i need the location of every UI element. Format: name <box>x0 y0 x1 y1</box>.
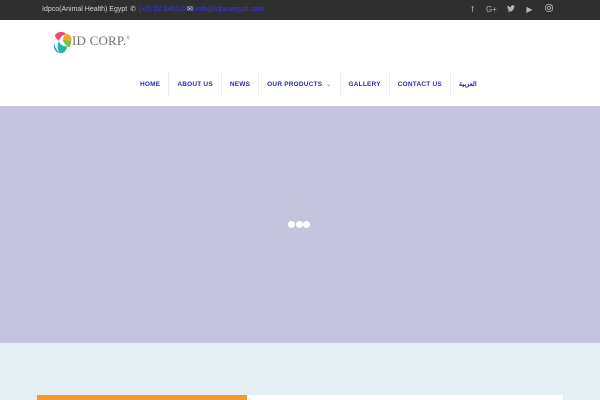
registered-mark: ® <box>126 36 131 42</box>
youtube-icon[interactable]: ▶ <box>520 4 539 15</box>
top-bar: Idpco(Animal Health) Egypt ✆ (+2) 02 245… <box>0 0 600 20</box>
mail-icon: ✉ <box>187 6 193 13</box>
content-section <box>0 343 600 400</box>
nav-label: NEWS <box>229 80 251 88</box>
instagram-icon[interactable] <box>539 4 558 15</box>
phone-icon: ✆ <box>130 6 136 13</box>
twitter-icon[interactable] <box>501 4 520 15</box>
nav-label: OUR PRODUCTS <box>267 80 323 88</box>
nav-item-our-products[interactable]: OUR PRODUCTS ⌄ <box>259 72 341 96</box>
nav-label: HOME <box>140 80 161 88</box>
logo-wordmark: ID CORP. <box>72 33 127 48</box>
nav-label: ABOUT US <box>177 80 213 88</box>
nav-label: CONTACT US <box>397 80 442 88</box>
google-plus-icon[interactable]: G+ <box>482 4 501 15</box>
loader-dot <box>288 221 295 228</box>
nav-item-news[interactable]: NEWS <box>222 72 260 96</box>
loader-dot <box>303 221 310 228</box>
nav-item-arabic[interactable]: العربية <box>451 72 485 96</box>
logo-text: ID CORP.® <box>72 33 130 49</box>
main-nav: HOME ABOUT US NEWS OUR PRODUCTS ⌄ GALLERY… <box>132 72 485 96</box>
company-name: Idpco(Animal Health) Egypt <box>42 6 128 13</box>
nav-item-gallery[interactable]: GALLERY <box>341 72 390 96</box>
social-links: f G+ ▶ <box>463 4 558 15</box>
nav-item-contact-us[interactable]: CONTACT US <box>390 72 451 96</box>
chevron-down-icon: ⌄ <box>326 81 332 88</box>
loading-spinner <box>288 221 311 228</box>
site-header: ID CORP.® HOME ABOUT US NEWS OUR PRODUCT… <box>0 20 600 106</box>
nav-label: العربية <box>458 81 477 88</box>
orange-card-top <box>37 395 247 400</box>
nav-item-about-us[interactable]: ABOUT US <box>169 72 222 96</box>
nav-label: GALLERY <box>348 80 381 88</box>
hero-slider <box>0 106 600 343</box>
nav-item-home[interactable]: HOME <box>132 72 170 96</box>
email-link[interactable]: info@idpcoegypt.com <box>196 6 263 13</box>
white-card-top <box>247 395 563 400</box>
loader-dot <box>295 221 303 228</box>
facebook-icon[interactable]: f <box>463 4 482 15</box>
